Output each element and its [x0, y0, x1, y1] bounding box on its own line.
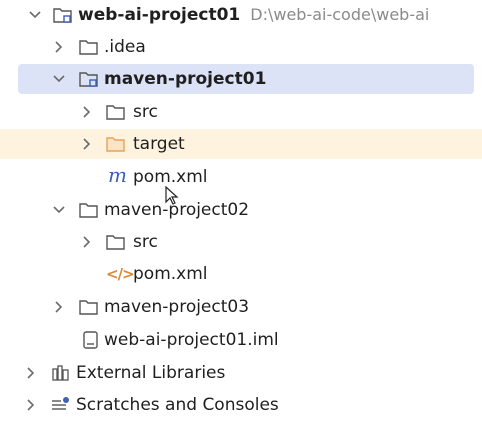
- tree-node-label: src: [133, 102, 158, 122]
- tree-node-label: maven-project03: [104, 297, 250, 317]
- tree-node-idea[interactable]: .idea: [0, 32, 482, 62]
- tree-node-root[interactable]: web-ai-project01 D:\web-ai-code\web-ai: [0, 0, 482, 30]
- root-project-name: web-ai-project01: [78, 5, 241, 25]
- maven-pom-icon: m: [108, 163, 127, 187]
- tree-node-src[interactable]: src: [0, 227, 482, 257]
- folder-icon: [78, 32, 100, 62]
- chevron-right-icon[interactable]: [80, 129, 94, 159]
- chevron-down-icon[interactable]: [52, 64, 66, 94]
- chevron-down-icon[interactable]: [52, 195, 66, 225]
- xml-file-icon: </>: [106, 265, 135, 283]
- tree-node-src[interactable]: src: [0, 97, 482, 127]
- module-folder-icon: [78, 64, 100, 94]
- scratches-icon: [50, 390, 72, 420]
- chevron-right-icon[interactable]: [80, 227, 94, 257]
- tree-node-maven-project03[interactable]: maven-project03: [0, 292, 482, 322]
- chevron-right-icon[interactable]: [52, 292, 66, 322]
- chevron-right-icon[interactable]: [24, 390, 38, 420]
- tree-node-maven-project01[interactable]: maven-project01: [0, 64, 482, 94]
- tree-node-external-libraries[interactable]: External Libraries: [0, 358, 482, 388]
- tree-node-label: web-ai-project01.iml: [104, 330, 279, 350]
- folder-icon: [105, 97, 127, 127]
- tree-node-maven-project02[interactable]: maven-project02: [0, 195, 482, 225]
- chevron-right-icon[interactable]: [24, 358, 38, 388]
- tree-node-label: maven-project01: [104, 69, 267, 89]
- folder-icon: [105, 227, 127, 257]
- tree-node-pom-xml[interactable]: </> pom.xml: [0, 259, 482, 289]
- external-libraries-icon: [50, 358, 72, 388]
- folder-icon: [78, 195, 100, 225]
- folder-icon: [78, 292, 100, 322]
- root-project-path: D:\web-ai-code\web-ai: [250, 5, 430, 24]
- chevron-right-icon[interactable]: [52, 32, 66, 62]
- tree-node-label: External Libraries: [76, 363, 226, 383]
- iml-file-icon: [80, 325, 102, 355]
- mouse-cursor-icon: [165, 185, 179, 210]
- tree-node-label: pom.xml: [133, 264, 208, 284]
- tree-node-label: target: [133, 134, 185, 154]
- tree-node-label: src: [133, 232, 158, 252]
- tree-node-label: Scratches and Consoles: [76, 395, 279, 415]
- chevron-right-icon[interactable]: [80, 97, 94, 127]
- tree-node-pom-xml[interactable]: m pom.xml: [0, 162, 482, 192]
- module-folder-icon: [52, 0, 74, 30]
- chevron-down-icon[interactable]: [28, 0, 42, 30]
- tree-node-iml-file[interactable]: web-ai-project01.iml: [0, 325, 482, 355]
- excluded-folder-icon: [105, 129, 127, 159]
- project-tree: web-ai-project01 D:\web-ai-code\web-ai .i…: [0, 0, 482, 442]
- tree-node-scratches[interactable]: Scratches and Consoles: [0, 390, 482, 420]
- tree-node-label: .idea: [104, 37, 146, 57]
- tree-node-target[interactable]: target: [0, 129, 482, 159]
